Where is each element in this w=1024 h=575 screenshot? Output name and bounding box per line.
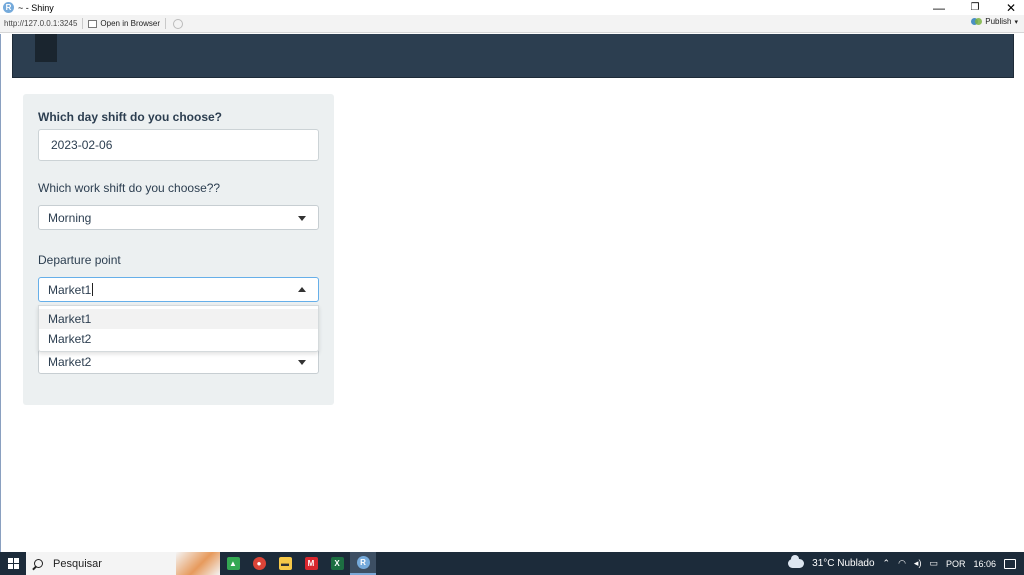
window-title-bar: R ~ - Shiny — ❐ ✕	[0, 0, 1024, 15]
notification-icon[interactable]	[1004, 558, 1016, 569]
search-placeholder: Pesquisar	[53, 557, 102, 570]
date-input[interactable]: 2023-02-06	[38, 129, 319, 161]
shift-select[interactable]: Morning	[38, 205, 319, 230]
destination-selected-value: Market2	[48, 354, 92, 369]
chrome-icon[interactable]: ●	[246, 552, 272, 575]
shiny-app: Which day shift do you choose? 2023-02-0…	[0, 34, 1024, 552]
publish-button[interactable]: Publish ▾	[971, 17, 1018, 26]
search-highlight-image	[176, 552, 220, 575]
open-in-browser-button[interactable]: Open in Browser	[88, 19, 160, 28]
rstudio-icon[interactable]: R	[350, 552, 376, 575]
window-controls: — ❐ ✕	[932, 0, 1018, 15]
chevron-up-icon[interactable]: ⌃	[883, 558, 891, 569]
departure-dropdown-menu: Market1 Market2	[38, 305, 319, 352]
chevron-down-icon	[298, 216, 306, 221]
refresh-icon[interactable]	[173, 18, 183, 29]
close-button[interactable]: ✕	[1004, 1, 1018, 15]
language-indicator[interactable]: POR	[946, 559, 966, 569]
chevron-down-icon	[298, 360, 306, 365]
sticky-notes-icon[interactable]: ▬	[272, 552, 298, 575]
windows-logo-icon	[7, 558, 19, 569]
google-drive-icon[interactable]: ▲	[220, 552, 246, 575]
text-cursor	[92, 283, 94, 296]
clock[interactable]: 16:06	[973, 559, 996, 569]
mega-icon[interactable]: M	[298, 552, 324, 575]
sidebar-panel: Which day shift do you choose? 2023-02-0…	[23, 94, 334, 405]
windows-taskbar: Pesquisar ▲ ● ▬ M X R 31°C Nublado ⌃ ◠ ◂…	[0, 552, 1024, 575]
publish-icon	[971, 17, 983, 26]
speaker-icon[interactable]: ◂)	[914, 558, 922, 569]
viewer-toolbar: http://127.0.0.1:3245 Open in Browser Pu…	[0, 15, 1024, 33]
toolbar-divider	[82, 18, 84, 29]
weather-text[interactable]: 31°C Nublado	[812, 558, 874, 569]
toolbar-divider	[165, 18, 166, 29]
cloud-icon	[788, 555, 805, 568]
dropdown-option[interactable]: Market2	[39, 329, 318, 349]
system-tray: 31°C Nublado ⌃ ◠ ◂) ▭ POR 16:06	[788, 552, 1024, 575]
dropdown-option[interactable]: Market1	[39, 309, 318, 329]
departure-label: Departure point	[38, 253, 121, 267]
chevron-down-icon: ▾	[1014, 18, 1018, 26]
departure-select[interactable]: Market1	[38, 277, 319, 302]
publish-label: Publish	[985, 17, 1012, 26]
window-title: ~ - Shiny	[18, 2, 54, 13]
start-button[interactable]	[0, 552, 26, 575]
shift-selected-value: Morning	[48, 210, 92, 225]
chevron-up-icon	[298, 287, 306, 292]
navbar-brand-block	[35, 34, 57, 62]
departure-selected-value: Market1	[48, 282, 92, 297]
browser-icon	[88, 19, 98, 28]
destination-select[interactable]: Market2	[38, 349, 319, 374]
excel-icon[interactable]: X	[324, 552, 350, 575]
url-display: http://127.0.0.1:3245	[4, 19, 78, 28]
taskbar-search[interactable]: Pesquisar	[26, 552, 176, 575]
battery-icon[interactable]: ▭	[929, 558, 938, 569]
r-app-icon: R	[3, 2, 14, 13]
minimize-button[interactable]: —	[932, 1, 946, 15]
search-icon	[34, 559, 43, 568]
date-label: Which day shift do you choose?	[38, 110, 223, 124]
shift-label: Which work shift do you choose??	[38, 181, 221, 195]
wifi-icon[interactable]: ◠	[898, 558, 906, 569]
restore-button[interactable]: ❐	[968, 2, 982, 13]
navbar	[12, 34, 1014, 78]
open-in-browser-label: Open in Browser	[100, 19, 160, 28]
